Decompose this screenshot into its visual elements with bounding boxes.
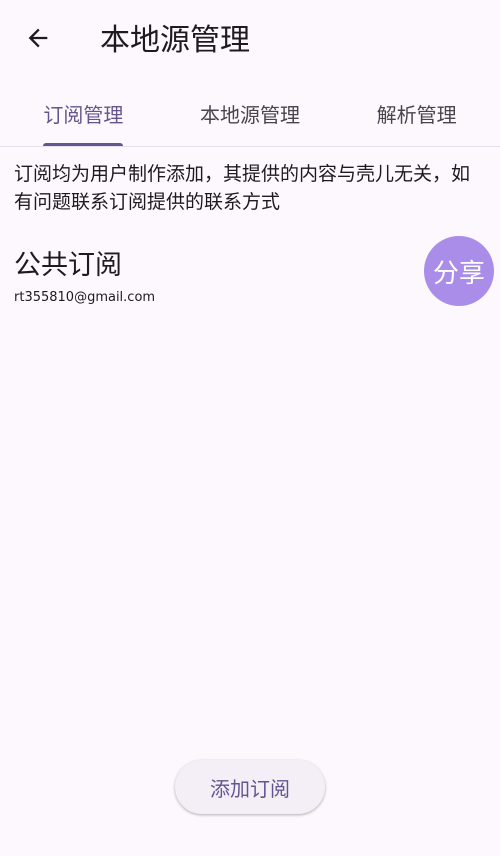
tab-label: 解析管理 [376, 102, 457, 127]
page-title: 本地源管理 [100, 23, 250, 58]
arrow-left-icon [24, 24, 52, 56]
share-button[interactable]: 分享 [424, 236, 494, 306]
tab-parse-management[interactable]: 解析管理 [333, 82, 500, 146]
back-button[interactable] [14, 20, 62, 60]
tab-subscription-management[interactable]: 订阅管理 [0, 82, 167, 146]
tab-indicator [43, 143, 124, 146]
tab-local-source-management[interactable]: 本地源管理 [167, 82, 334, 146]
tab-label: 订阅管理 [43, 102, 124, 127]
subscription-contact: rt355810@gmail.com [14, 290, 156, 305]
subscription-item[interactable]: 公共订阅 rt355810@gmail.com [14, 242, 486, 316]
tab-label: 本地源管理 [200, 102, 300, 127]
app-bar: 本地源管理 [0, 0, 500, 82]
subscription-title: 公共订阅 [14, 250, 122, 281]
tab-bar: 订阅管理 本地源管理 解析管理 [0, 82, 500, 147]
add-subscription-button[interactable]: 添加订阅 [175, 760, 325, 814]
disclaimer-text: 订阅均为用户制作添加，其提供的内容与壳儿无关，如有问题联系订阅提供的联系方式 [14, 163, 471, 213]
